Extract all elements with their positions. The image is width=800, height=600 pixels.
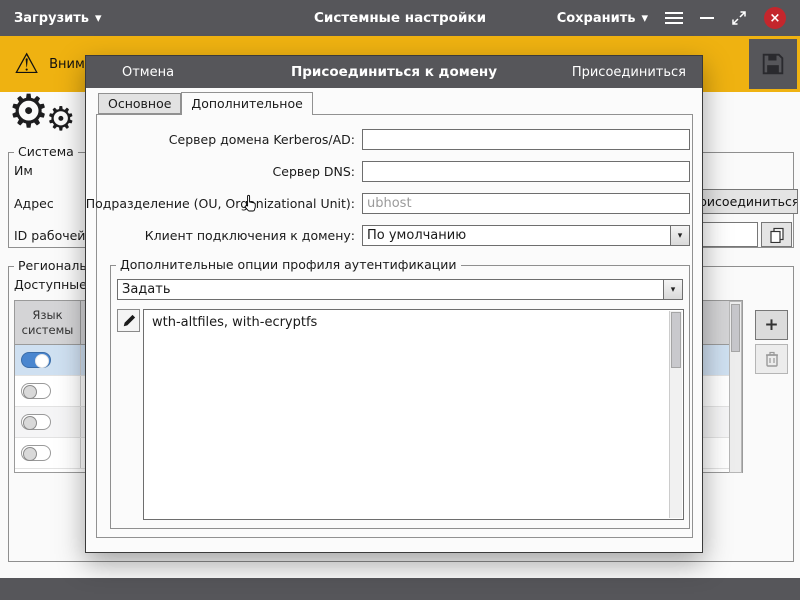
computer-name-label: Им xyxy=(14,163,33,178)
trash-icon xyxy=(765,351,779,367)
auth-options-mode-value: Задать xyxy=(118,282,663,297)
bottom-bar xyxy=(0,578,800,600)
advanced-tab-panel: Сервер домена Kerberos/AD: Сервер DNS: П… xyxy=(96,114,693,538)
domain-client-select[interactable]: По умолчанию ▾ xyxy=(362,225,690,246)
table-cell xyxy=(15,345,81,375)
ou-input[interactable] xyxy=(362,193,690,214)
dialog-header: Отмена Присоединиться к домену Присоедин… xyxy=(86,56,702,88)
kerberos-server-label: Сервер домена Kerberos/AD: xyxy=(169,129,355,150)
language-toggle[interactable] xyxy=(21,414,51,430)
plus-icon: + xyxy=(764,315,778,335)
copy-icon xyxy=(769,227,785,243)
chevron-down-icon: ▾ xyxy=(95,11,102,26)
edit-options-button[interactable] xyxy=(117,309,140,332)
workstation-id-label: ID рабочей xyxy=(14,228,85,243)
close-button[interactable]: × xyxy=(764,7,786,29)
table-cell xyxy=(15,376,81,406)
join-domain-background-button[interactable]: рисоединиться xyxy=(698,189,798,214)
tab-advanced[interactable]: Дополнительное xyxy=(181,92,312,115)
dns-server-label: Сервер DNS: xyxy=(273,161,355,182)
join-domain-background-label: рисоединиться xyxy=(699,194,798,209)
language-column-header: Язык системы xyxy=(15,301,81,344)
cancel-button[interactable]: Отмена xyxy=(122,65,174,80)
domain-client-label: Клиент подключения к домену: xyxy=(145,225,355,246)
copy-button[interactable] xyxy=(761,222,792,247)
save-menu-label: Сохранить xyxy=(557,11,636,26)
join-button[interactable]: Присоединиться xyxy=(572,65,686,80)
auth-options-text: wth-altfiles, with-ecryptfs xyxy=(144,310,683,335)
chevron-down-icon: ▾ xyxy=(663,280,682,299)
add-language-button[interactable]: + xyxy=(755,310,788,340)
tab-basic[interactable]: Основное xyxy=(98,93,181,114)
table-cell xyxy=(15,438,81,468)
save-to-disk-button[interactable] xyxy=(749,39,797,89)
kerberos-server-input[interactable] xyxy=(362,129,690,150)
auth-options-textarea[interactable]: wth-altfiles, with-ecryptfs xyxy=(143,309,684,520)
load-menu-label: Загрузить xyxy=(14,11,89,26)
language-toggle[interactable] xyxy=(21,383,51,399)
join-domain-dialog: Отмена Присоединиться к домену Присоедин… xyxy=(85,55,703,553)
dns-server-input[interactable] xyxy=(362,161,690,182)
workstation-id-field[interactable] xyxy=(698,222,758,247)
gear-icon: ⚙ xyxy=(8,88,49,134)
hamburger-menu-icon[interactable] xyxy=(665,12,683,24)
language-toggle[interactable] xyxy=(21,445,51,461)
scrollbar-thumb[interactable] xyxy=(731,304,740,352)
screen: Загрузить ▾ Системные настройки Сохранит… xyxy=(0,0,800,600)
minimize-button[interactable] xyxy=(700,17,714,19)
auth-options-group: Дополнительные опции профиля аутентифика… xyxy=(110,265,690,529)
language-toggle[interactable] xyxy=(21,352,51,368)
ou-label: Подразделение (OU, Organizational Unit): xyxy=(86,193,355,214)
save-menu-button[interactable]: Сохранить ▾ xyxy=(557,0,648,36)
chevron-down-icon: ▾ xyxy=(670,226,689,245)
dialog-tabs: Основное Дополнительное xyxy=(98,92,313,115)
load-menu-button[interactable]: Загрузить ▾ xyxy=(0,0,116,36)
warning-icon: ⚠ xyxy=(14,50,39,78)
top-toolbar: Загрузить ▾ Системные настройки Сохранит… xyxy=(0,0,800,36)
auth-options-mode-select[interactable]: Задать ▾ xyxy=(117,279,683,300)
system-group-legend: Система xyxy=(14,144,78,159)
textarea-scrollbar[interactable] xyxy=(669,311,682,518)
gear-icon: ⚙ xyxy=(46,102,76,135)
table-scrollbar[interactable] xyxy=(729,301,742,473)
titlebar-controls: Сохранить ▾ × xyxy=(557,0,800,36)
floppy-disk-icon xyxy=(759,50,787,78)
remove-language-button[interactable] xyxy=(755,344,788,374)
expand-arrows-icon xyxy=(731,10,747,26)
pencil-icon xyxy=(122,314,136,328)
close-icon: × xyxy=(770,11,781,26)
auth-options-legend: Дополнительные опции профиля аутентифика… xyxy=(116,257,461,272)
domain-client-select-value: По умолчанию xyxy=(363,228,670,243)
address-label: Адрес xyxy=(14,196,54,211)
maximize-button[interactable] xyxy=(731,10,747,26)
scrollbar-thumb[interactable] xyxy=(671,312,681,368)
chevron-down-icon: ▾ xyxy=(641,11,648,26)
table-cell xyxy=(15,407,81,437)
